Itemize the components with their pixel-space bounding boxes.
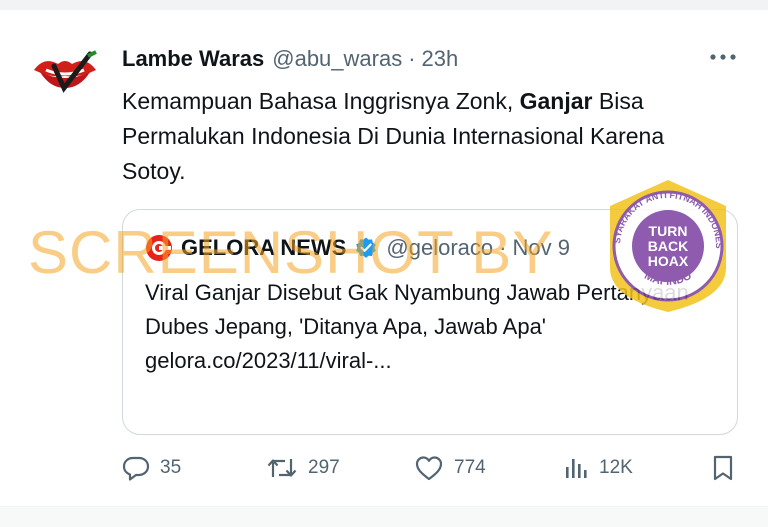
more-horizontal-icon[interactable] xyxy=(706,42,740,72)
bookmark-icon xyxy=(713,455,733,481)
tweet-timestamp[interactable]: 23h xyxy=(422,46,459,72)
views-chart-icon xyxy=(566,459,587,478)
views-button[interactable]: 12K xyxy=(563,452,633,484)
reply-button[interactable]: 35 xyxy=(122,452,181,484)
quoted-author-name[interactable]: GELORA NEWS xyxy=(181,235,346,261)
heart-icon xyxy=(415,456,443,481)
stamp-line-3: HOAX xyxy=(648,253,689,269)
author-name[interactable]: Lambe Waras xyxy=(122,46,264,72)
repost-button[interactable]: 297 xyxy=(266,452,340,484)
stamp-line-2: BACK xyxy=(648,238,688,254)
quoted-separator: · xyxy=(499,235,507,260)
tweet-text: Kemampuan Bahasa Inggrisnya Zonk, Ganjar… xyxy=(122,84,732,189)
gelora-logo-icon xyxy=(146,235,172,261)
tweet-text-part: Kemampuan Bahasa Inggrisnya Zonk, xyxy=(122,88,520,114)
header-separator: · xyxy=(408,46,416,71)
stamp-line-1: TURN xyxy=(649,223,688,239)
repost-icon xyxy=(267,459,297,477)
turnbackhoax-stamp-logo: MASYARAKAT ANTI FITNAH INDONESIA MAFINDO… xyxy=(598,176,726,312)
bottom-divider xyxy=(0,506,768,527)
repost-count: 297 xyxy=(308,457,340,478)
quoted-author-handle[interactable]: @geloraco xyxy=(386,235,493,261)
quoted-tweet-header: GELORA NEWS @geloraco · Nov 9 xyxy=(145,234,570,262)
bookmark-button[interactable] xyxy=(710,452,746,484)
tweet-header: Lambe Waras @abu_waras · 23h xyxy=(122,46,458,76)
verified-badge-icon xyxy=(356,237,377,258)
tweet-text-bold[interactable]: Ganjar xyxy=(520,88,593,114)
like-count: 774 xyxy=(454,457,486,478)
views-count: 12K xyxy=(599,457,633,478)
quoted-timestamp[interactable]: Nov 9 xyxy=(512,235,569,261)
action-bar: 35 297 774 12K xyxy=(0,452,768,492)
author-avatar[interactable] xyxy=(30,48,100,94)
reply-count: 35 xyxy=(160,457,182,478)
top-divider xyxy=(0,0,768,10)
reply-icon xyxy=(122,456,150,481)
author-handle[interactable]: @abu_waras xyxy=(272,46,402,72)
like-button[interactable]: 774 xyxy=(414,452,486,484)
quoted-tweet-link[interactable]: gelora.co/2023/11/viral-... xyxy=(145,344,725,378)
